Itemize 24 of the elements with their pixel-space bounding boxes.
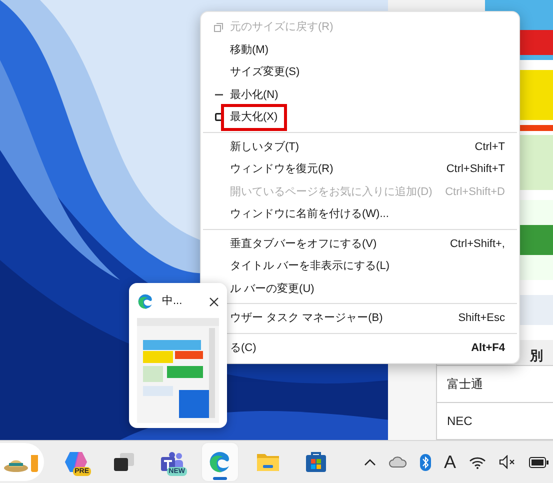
cloud-icon[interactable] — [388, 456, 407, 468]
wifi-icon[interactable] — [469, 456, 486, 468]
table-header: 別 — [530, 346, 543, 364]
input-mode-indicator[interactable]: A — [444, 448, 456, 476]
shortcut-text: Ctrl+Shift+D — [445, 184, 505, 200]
table-cell-text: 富士通 — [447, 376, 483, 393]
task-view-icon — [113, 452, 135, 472]
volume-muted-icon[interactable] — [499, 455, 516, 469]
copilot-icon — [64, 451, 88, 473]
shortcut-text: Ctrl+Shift+, — [450, 236, 505, 252]
active-indicator — [213, 477, 227, 480]
shortcut-text: Ctrl+T — [474, 140, 505, 154]
shortcut-text: Shift+Esc — [458, 311, 505, 326]
shortcut-text: Alt+F4 — [471, 340, 505, 356]
folder-icon — [256, 452, 280, 472]
shortcut-text: Ctrl+Shift+T — [446, 162, 505, 177]
chevron-up-icon[interactable] — [364, 458, 376, 466]
store-icon — [305, 451, 327, 473]
edge-icon — [208, 450, 232, 474]
bluetooth-icon[interactable] — [420, 454, 431, 470]
table-cell-text: NEC — [447, 413, 472, 430]
battery-icon[interactable] — [529, 456, 549, 468]
sun-hat-icon — [4, 450, 40, 474]
teams-icon — [160, 452, 184, 472]
